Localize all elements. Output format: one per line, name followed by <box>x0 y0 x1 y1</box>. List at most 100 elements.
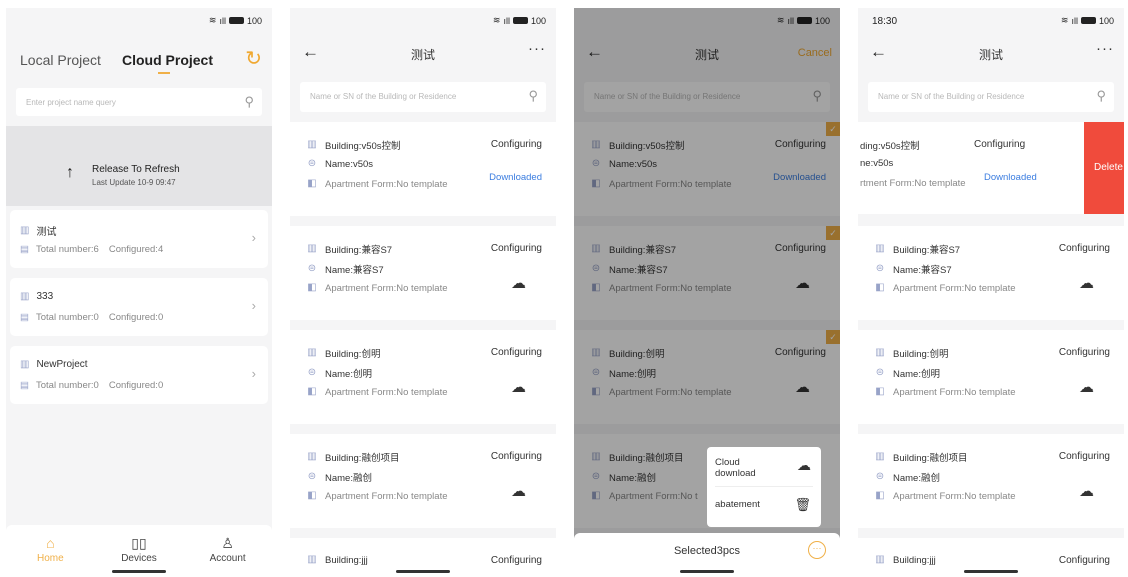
device-icon: ▤ <box>20 244 29 255</box>
cloud-download-icon[interactable]: ☁ <box>511 274 526 292</box>
building-card[interactable]: ▥ Building:融创项目 ⊜ Name:融创 ◧ Apartment Form:… <box>858 434 1124 528</box>
abatement-label: abatement <box>715 499 760 510</box>
delete-button[interactable]: Delete <box>1084 122 1124 214</box>
swipe-delete-screen: 18:30 ≋ ıll 100 ← 测试 ··· Name or SN of the… <box>858 8 1124 577</box>
project-name: 333 <box>36 291 54 302</box>
home-indicator <box>680 570 734 573</box>
cloud-download-icon[interactable]: ☁ <box>511 482 526 500</box>
name-label: Name:兼容S7 <box>325 265 384 276</box>
tab-cloud-project[interactable]: Cloud Project <box>122 52 213 68</box>
building-icon: ▥ <box>20 225 30 236</box>
status-text: Configuring <box>490 139 542 150</box>
building-card[interactable]: ▥ Building:融创项目 ⊜ Name:融创 ◧ Apartment Form:… <box>290 434 556 528</box>
total-number: Total number:0 <box>35 312 99 323</box>
tab-home[interactable]: ⌂ Home <box>20 535 80 564</box>
nav-bar: ← 测试 ··· <box>858 34 1124 74</box>
cloud-download-action[interactable]: Cloud download ☁ <box>715 455 813 487</box>
building-card[interactable]: ▥ Building:兼容S7 ⊜ Name:兼容S7 ◧ Apartment For… <box>290 226 556 320</box>
sync-icon[interactable]: ↻ <box>245 46 262 71</box>
page-title: 测试 <box>410 48 435 62</box>
apartment-form: Apartment Form:No template <box>893 490 1016 502</box>
search-input[interactable]: Name or SN of the Building or Residence … <box>300 82 546 112</box>
apartment-form: Apartment Form:No template <box>325 386 448 398</box>
building-card[interactable]: ▥ Building:创明 ⊜ Name:创明 ◧ Apartment Form:No… <box>858 330 1124 424</box>
project-card[interactable]: ▥ NewProject ▤ Total number:0 Configured:0 … <box>10 346 268 404</box>
building-label: Building:融创项目 <box>893 453 968 464</box>
status-time: 18:30 <box>872 16 898 27</box>
status-text: Configuring <box>974 139 1026 150</box>
building-icon: ▥ <box>875 451 885 462</box>
device-icon: ▤ <box>20 312 29 323</box>
trash-icon: 🗑 <box>794 497 811 512</box>
search-input[interactable]: Enter project name query ⚲ <box>16 88 262 116</box>
building-icon: ▥ <box>307 347 317 358</box>
more-options-icon[interactable]: ··· <box>1096 40 1114 57</box>
pull-refresh-area: ↑ Release To Refresh Last Update 10-9 09… <box>6 126 272 206</box>
refresh-title: Release To Refresh <box>92 164 180 175</box>
building-card-swiped[interactable]: ding:v50s控制 ne:v50s rtment Form:No templ… <box>858 122 1124 214</box>
building-label: Building:jjj <box>325 554 368 566</box>
search-placeholder: Name or SN of the Building or Residence <box>310 92 457 101</box>
project-card[interactable]: ▥ 测试 ▤ Total number:6 Configured:4 › <box>10 210 268 268</box>
building-label: ding:v50s控制 <box>860 141 920 152</box>
search-input[interactable]: Name or SN of the Building or Residence … <box>868 82 1114 112</box>
status-text: Configuring <box>490 555 542 566</box>
search-placeholder: Name or SN of the Building or Residence <box>878 92 1025 101</box>
building-label: Building:创明 <box>325 349 381 360</box>
more-options-icon[interactable]: ··· <box>528 40 546 57</box>
building-label: Building:创明 <box>893 349 949 360</box>
tab-devices[interactable]: ▯▯ Devices <box>109 535 169 564</box>
building-label: Building:兼容S7 <box>893 245 961 256</box>
devices-icon: ▯▯ <box>131 535 147 551</box>
building-card[interactable]: ▥ Building:创明 ⊜ Name:创明 ◧ Apartment Form:No… <box>290 330 556 424</box>
cloud-download-icon[interactable]: ☁ <box>1079 378 1094 396</box>
name-icon: ⊜ <box>307 471 317 482</box>
search-icon[interactable]: ⚲ <box>1096 88 1106 104</box>
building-icon: ▥ <box>307 139 317 150</box>
search-icon[interactable]: ⚲ <box>528 88 538 104</box>
wifi-icon: ≋ <box>492 15 501 25</box>
search-icon[interactable]: ⚲ <box>244 94 254 110</box>
cloud-download-icon[interactable]: ☁ <box>511 378 526 396</box>
wifi-icon: ≋ <box>1060 15 1069 25</box>
more-actions-icon[interactable]: ··· <box>808 541 826 559</box>
cloud-download-icon[interactable]: ☁ <box>1079 274 1094 292</box>
building-label: Building:融创项目 <box>325 453 400 464</box>
building-card[interactable]: ▥ Building:jjj Configuring <box>290 538 556 577</box>
abatement-action[interactable]: abatement 🗑 <box>715 497 813 512</box>
cloud-download-icon[interactable]: ☁ <box>1079 482 1094 500</box>
building-card[interactable]: ▥ Building:jjj Configuring <box>858 538 1124 577</box>
wifi-icon: ≋ <box>208 15 217 25</box>
signal-icon: ıll <box>219 15 226 26</box>
total-number: Total number:6 <box>35 244 99 255</box>
building-icon: ▥ <box>875 554 885 565</box>
downloaded-label: Downloaded <box>984 172 1037 183</box>
project-card[interactable]: ▥ 333 ▤ Total number:0 Configured:0 › <box>10 278 268 336</box>
building-label: Building:v50s控制 <box>325 141 401 152</box>
building-card[interactable]: ▥ Building:兼容S7 ⊜ Name:兼容S7 ◧ Apartment For… <box>858 226 1124 320</box>
tab-devices-label: Devices <box>121 553 157 564</box>
total-number: Total number:0 <box>35 380 99 391</box>
project-detail-screen: ≋ ıll 100 ← 测试 ··· Name or SN of the Build… <box>290 8 556 577</box>
name-label: Name:融创 <box>893 473 940 484</box>
tab-local-project[interactable]: Local Project <box>20 52 101 68</box>
apartment-icon: ◧ <box>875 282 885 293</box>
status-text: Configuring <box>1058 243 1110 254</box>
cloud-download-icon: ☁ <box>797 457 811 473</box>
status-bar: 18:30 ≋ ıll 100 <box>858 8 1124 34</box>
delete-label: Delete <box>1094 162 1123 173</box>
signal-icon: ıll <box>1071 15 1078 26</box>
apartment-icon: ◧ <box>307 490 317 501</box>
name-icon: ⊜ <box>875 263 885 274</box>
configured-count: Configured:0 <box>108 312 164 323</box>
apartment-icon: ◧ <box>307 386 317 397</box>
building-icon: ▥ <box>307 451 317 462</box>
building-card[interactable]: ▥ Building:v50s控制 ⊜ Name:v50s ◧ Apartment F… <box>290 122 556 216</box>
project-list-screen: ≋ ıll 100 Local Project Cloud Project ↻ En… <box>6 8 272 577</box>
apartment-icon: ◧ <box>875 490 885 501</box>
name-icon: ⊜ <box>875 471 885 482</box>
building-icon: ▥ <box>875 347 885 358</box>
tab-account[interactable]: ♙ Account <box>198 535 258 564</box>
name-label: Name:v50s <box>325 158 374 170</box>
arrow-up-icon: ↑ <box>66 164 74 181</box>
